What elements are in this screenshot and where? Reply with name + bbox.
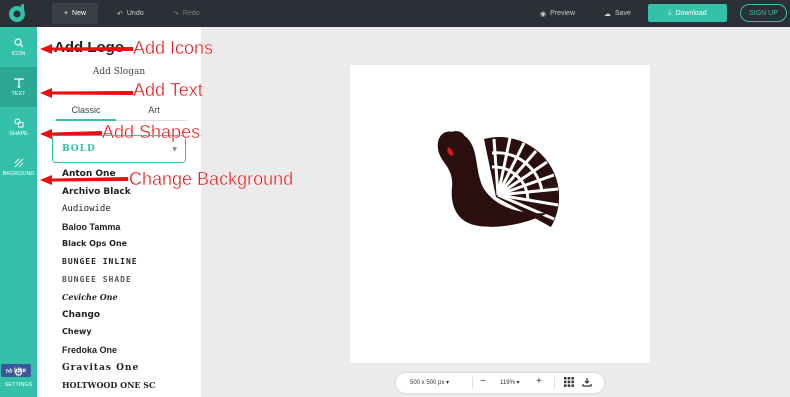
signup-button[interactable]: SIGN UP xyxy=(740,4,787,22)
chevron-down-icon: ▾ xyxy=(516,380,520,386)
eye-icon: ◉ xyxy=(540,10,547,18)
zoom-level-dropdown[interactable]: 119% ▾ xyxy=(500,379,520,386)
signup-label: SIGN UP xyxy=(749,9,778,17)
redo-button[interactable]: ↷ Redo xyxy=(173,0,200,27)
cloud-upload-icon: ☁ xyxy=(604,10,611,18)
new-label: New xyxy=(72,10,87,17)
font-item[interactable]: Black Ops One xyxy=(62,239,192,257)
zoom-level-label: 119% xyxy=(500,380,515,386)
turkey-logo-icon[interactable] xyxy=(350,65,650,363)
download-button[interactable]: ⤓ Download xyxy=(648,4,727,22)
font-item[interactable]: BUNGEE INLINE xyxy=(62,257,192,275)
rail-item-label: TEXT xyxy=(11,90,26,97)
rail-item-label: ICON xyxy=(11,50,26,57)
undo-button[interactable]: ↶ Undo xyxy=(117,0,144,27)
save-label: Save xyxy=(615,10,631,17)
new-button[interactable]: + New xyxy=(52,3,98,24)
font-item[interactable]: Baloo Tamma xyxy=(62,222,192,240)
canvas-controls-bar: 500 x 500 px ▾ − 119% ▾ + xyxy=(396,373,604,393)
rail-item-label: BKGROUND xyxy=(2,170,35,177)
rail-item-label: SHAPE xyxy=(9,130,28,137)
annotation-add-shapes: Add Shapes xyxy=(102,122,201,142)
rail-item-settings[interactable]: ⚙ SETTINGS xyxy=(0,357,37,397)
divider xyxy=(472,377,473,389)
left-rail: ICON TEXT SHAPE BKGROUND 👍︎ Like ⚙ SETTI… xyxy=(0,27,37,397)
fit-canvas-icon[interactable] xyxy=(582,377,592,387)
save-button[interactable]: ☁ Save xyxy=(604,0,631,27)
shapes-icon xyxy=(14,118,23,127)
font-item[interactable]: Gravitas One xyxy=(62,363,192,381)
font-item[interactable]: Audiowide xyxy=(62,204,192,222)
text-icon xyxy=(13,77,24,88)
rail-item-shape[interactable]: SHAPE xyxy=(0,107,37,147)
chevron-down-icon: ▾ xyxy=(446,380,450,386)
settings-label: SETTINGS xyxy=(4,382,33,388)
annotation-change-background: Change Background xyxy=(129,169,294,189)
preview-button[interactable]: ◉ Preview xyxy=(540,0,575,27)
rail-item-text[interactable]: TEXT xyxy=(0,67,37,107)
font-list: Anton One Archivo Black Audiowide Baloo … xyxy=(62,169,192,397)
font-item[interactable]: BUNGEE SHADE xyxy=(62,275,192,293)
plus-icon: + xyxy=(63,10,69,17)
undo-icon: ↶ xyxy=(117,10,123,18)
redo-label: Redo xyxy=(182,10,200,17)
search-icon xyxy=(13,37,23,47)
font-item[interactable]: Chewy xyxy=(62,327,192,345)
divider xyxy=(554,377,555,389)
font-item[interactable]: Fredoka One xyxy=(62,345,192,363)
annotation-add-icons: Add Icons xyxy=(133,38,214,58)
gear-icon: ⚙ xyxy=(13,367,24,379)
top-toolbar: + New ↶ Undo ↷ Redo ◉ Preview ☁ Save ⤓ D… xyxy=(0,0,790,27)
preview-label: Preview xyxy=(550,10,576,17)
canvas-size-dropdown[interactable]: 500 x 500 px ▾ xyxy=(410,379,449,386)
rail-item-background[interactable]: BKGROUND xyxy=(0,147,37,187)
rail-item-icon[interactable]: ICON xyxy=(0,27,37,67)
background-icon xyxy=(14,158,23,167)
download-icon: ⤓ xyxy=(668,9,672,16)
app-logo-icon[interactable] xyxy=(6,2,28,24)
arrow-icon xyxy=(40,88,133,98)
arrow-icon xyxy=(40,129,102,139)
arrow-icon xyxy=(40,44,133,54)
font-item[interactable]: Chango xyxy=(62,310,192,328)
zoom-in-button[interactable]: + xyxy=(536,376,542,387)
zoom-out-button[interactable]: − xyxy=(480,376,486,387)
logo-editor-app: + New ↶ Undo ↷ Redo ◉ Preview ☁ Save ⤓ D… xyxy=(0,0,790,397)
grid-icon[interactable] xyxy=(564,377,574,387)
design-canvas[interactable] xyxy=(350,65,650,363)
canvas-size-label: 500 x 500 px xyxy=(410,380,445,386)
download-label: Download xyxy=(675,9,707,17)
chevron-down-icon: ▼ xyxy=(172,146,178,153)
font-item[interactable]: HOLTWOOD ONE SC xyxy=(62,380,192,397)
font-item[interactable]: Ceviche One xyxy=(62,292,192,310)
annotation-add-text: Add Text xyxy=(133,80,203,100)
redo-icon: ↷ xyxy=(173,10,179,18)
arrow-icon xyxy=(40,175,128,185)
annotation-arrows xyxy=(40,44,133,185)
undo-label: Undo xyxy=(126,10,144,17)
